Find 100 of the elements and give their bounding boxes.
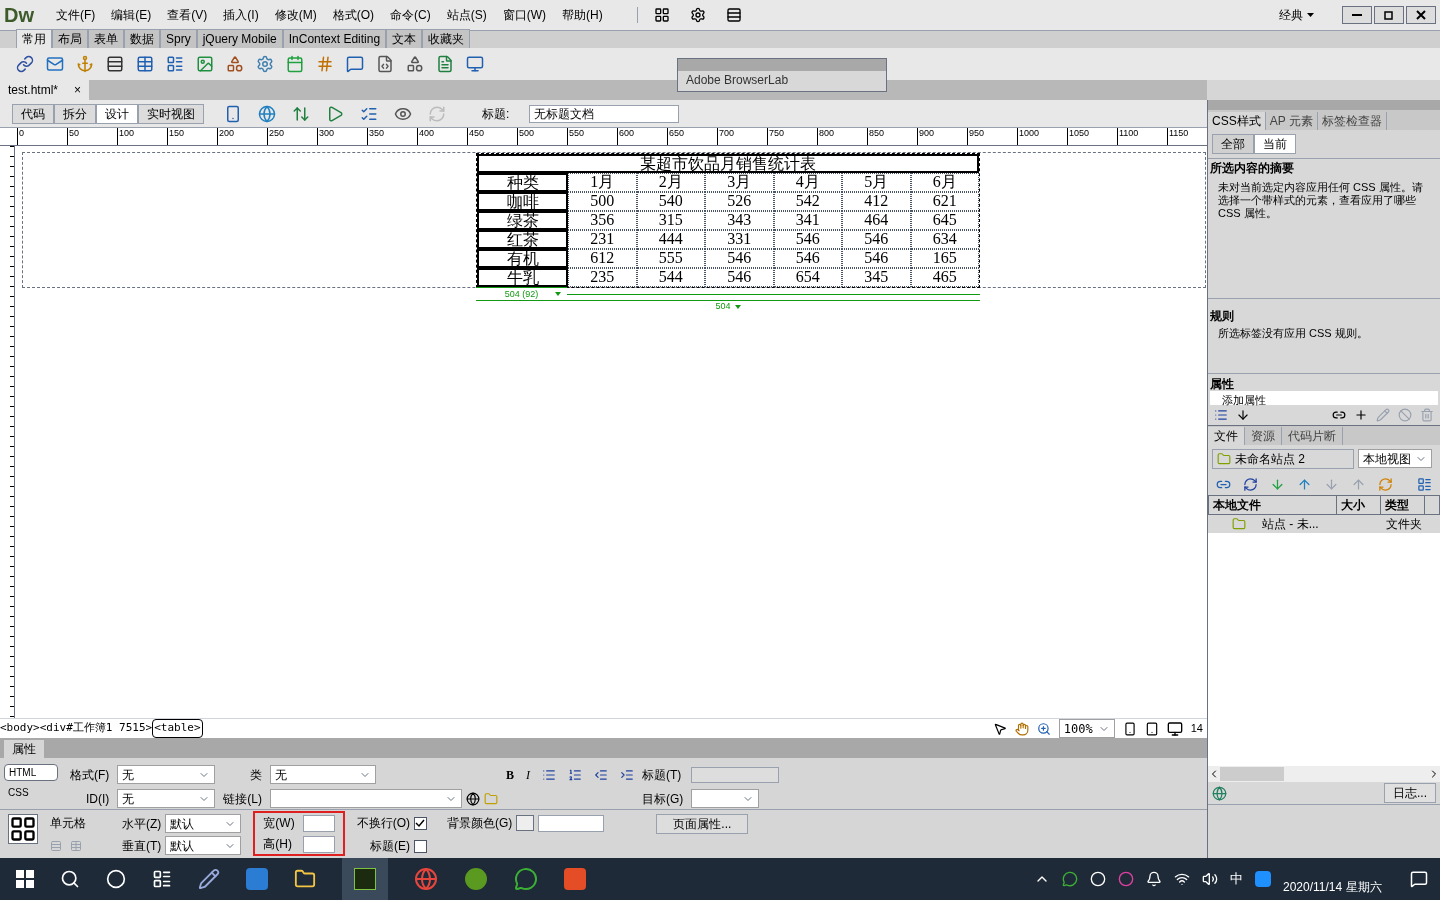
search-icon[interactable]: [60, 869, 80, 889]
browserlab-panel[interactable]: Adobe BrowserLab: [677, 58, 887, 92]
comment-icon[interactable]: [346, 55, 364, 73]
site-select[interactable]: 未命名站点 2: [1212, 449, 1354, 469]
header-checkbox[interactable]: [414, 839, 427, 853]
input-method[interactable]: 中: [1230, 869, 1243, 889]
calendar-icon[interactable]: [286, 55, 304, 73]
title-field[interactable]: 无标题文档: [529, 104, 680, 123]
panel-tab[interactable]: CSS样式: [1208, 112, 1266, 130]
mode-button[interactable]: HTML: [4, 764, 58, 781]
gear-icon[interactable]: [256, 55, 274, 73]
menu-item[interactable]: 格式(O): [326, 6, 380, 24]
page-properties-button[interactable]: 页面属性...: [656, 814, 749, 834]
view-button[interactable]: 设计: [96, 103, 138, 124]
document-tab[interactable]: test.html* ×: [0, 80, 90, 100]
indent-icon[interactable]: [620, 767, 634, 782]
mode-button[interactable]: 全部: [1212, 134, 1254, 154]
close-tab-button[interactable]: ×: [74, 81, 82, 99]
pencil-app-icon[interactable]: [198, 868, 220, 890]
link-icon[interactable]: [16, 55, 34, 73]
insert-tab[interactable]: 常用: [16, 29, 52, 48]
insert-tab[interactable]: 布局: [52, 29, 88, 48]
view-button[interactable]: 实时视图: [138, 103, 204, 124]
menu-item[interactable]: 帮助(H): [556, 6, 609, 24]
insert-tab[interactable]: 文本: [386, 29, 423, 48]
panel-tab[interactable]: 标签检查器: [1317, 112, 1387, 130]
view-button[interactable]: 代码: [12, 103, 54, 124]
menu-item[interactable]: 文件(F): [50, 6, 102, 24]
insert-tab[interactable]: 表单: [88, 29, 124, 48]
workspace-switcher[interactable]: 经典: [1279, 6, 1314, 24]
class-select[interactable]: 无: [270, 765, 376, 784]
menu-item[interactable]: 修改(M): [268, 6, 323, 24]
insert-tab[interactable]: 收藏夹: [422, 29, 471, 48]
menu-item[interactable]: 查看(V): [161, 6, 214, 24]
nowrap-checkbox[interactable]: [414, 816, 427, 830]
put-icon[interactable]: [1297, 476, 1312, 492]
browser-app-icon[interactable]: [414, 867, 438, 891]
notification-icon[interactable]: [1146, 871, 1162, 887]
phone-icon[interactable]: [1122, 721, 1137, 736]
bold-button[interactable]: B: [506, 765, 514, 784]
insert-tab[interactable]: jQuery Mobile: [196, 29, 283, 48]
layout-icon[interactable]: [653, 7, 670, 23]
chat-tray-icon[interactable]: [1062, 871, 1078, 887]
tag-selector-item[interactable]: <body>: [0, 720, 40, 737]
desktop-icon[interactable]: [1166, 720, 1183, 737]
preview-icon[interactable]: [326, 104, 344, 123]
italic-button[interactable]: I: [526, 765, 530, 784]
numbered-list-icon[interactable]: [568, 767, 582, 782]
transfer-icon[interactable]: [292, 104, 310, 123]
windows-logo-icon[interactable]: [16, 870, 34, 888]
settings-icon[interactable]: [689, 7, 706, 23]
globe-icon[interactable]: [258, 104, 276, 123]
menu-item[interactable]: 站点(S): [440, 6, 493, 24]
panel-tab[interactable]: 文件: [1208, 427, 1245, 445]
panel-tab[interactable]: AP 元素: [1265, 112, 1318, 130]
new-rule-icon[interactable]: [1354, 408, 1368, 422]
pointer-icon[interactable]: [992, 721, 1007, 736]
menu-item[interactable]: 命令(C): [384, 6, 437, 24]
mode-button[interactable]: CSS: [4, 785, 58, 800]
menu-item[interactable]: 编辑(E): [105, 6, 158, 24]
view-select[interactable]: 本地视图: [1358, 449, 1432, 468]
color-swatch[interactable]: [516, 815, 535, 831]
horizontal-select[interactable]: 默认: [165, 814, 242, 833]
log-button[interactable]: 日志...: [1384, 783, 1436, 803]
insert-tab[interactable]: Spry: [160, 29, 197, 48]
network-icon[interactable]: [1174, 871, 1190, 887]
vertical-select[interactable]: 默认: [165, 836, 242, 855]
color-field[interactable]: [538, 814, 605, 832]
target-select[interactable]: [691, 789, 760, 808]
tablet-icon[interactable]: [1144, 721, 1159, 736]
scrollbar-thumb[interactable]: [1220, 767, 1284, 781]
menu-item[interactable]: 插入(I): [217, 6, 265, 24]
restore-button[interactable]: [1374, 6, 1404, 24]
mode-button[interactable]: 当前: [1254, 134, 1296, 154]
volume-icon[interactable]: [1202, 871, 1218, 887]
folder-app-icon[interactable]: [294, 868, 316, 890]
action-center-icon[interactable]: [1410, 870, 1428, 888]
mail-icon[interactable]: [46, 55, 64, 73]
zoom-select[interactable]: 100%: [1058, 719, 1115, 738]
outdent-icon[interactable]: [594, 767, 608, 782]
anchor-icon[interactable]: [76, 55, 94, 73]
tag-selector-item[interactable]: <div#工作簿1 7515>: [39, 720, 153, 737]
tag-selector-item[interactable]: <table>: [152, 719, 203, 738]
file-row[interactable]: 站点 - 未... 文件夹: [1208, 515, 1440, 533]
minimize-button[interactable]: [1342, 6, 1372, 24]
panel-tab[interactable]: 属性: [4, 740, 44, 758]
hash-icon[interactable]: [316, 55, 334, 73]
list-icon[interactable]: [542, 767, 556, 782]
code-icon[interactable]: [376, 55, 394, 73]
close-button[interactable]: [1406, 6, 1436, 24]
image-icon[interactable]: [196, 55, 214, 73]
refresh-icon[interactable]: [1243, 476, 1258, 492]
circle-icon[interactable]: [106, 869, 126, 889]
id-select[interactable]: 无: [117, 789, 216, 808]
menu-item[interactable]: 窗口(W): [496, 6, 552, 24]
width-field[interactable]: [302, 814, 335, 832]
format-select[interactable]: 无: [117, 765, 216, 784]
view-button[interactable]: 拆分: [54, 103, 96, 124]
insert-tab[interactable]: 数据: [124, 29, 160, 48]
get-icon[interactable]: [1270, 476, 1285, 492]
